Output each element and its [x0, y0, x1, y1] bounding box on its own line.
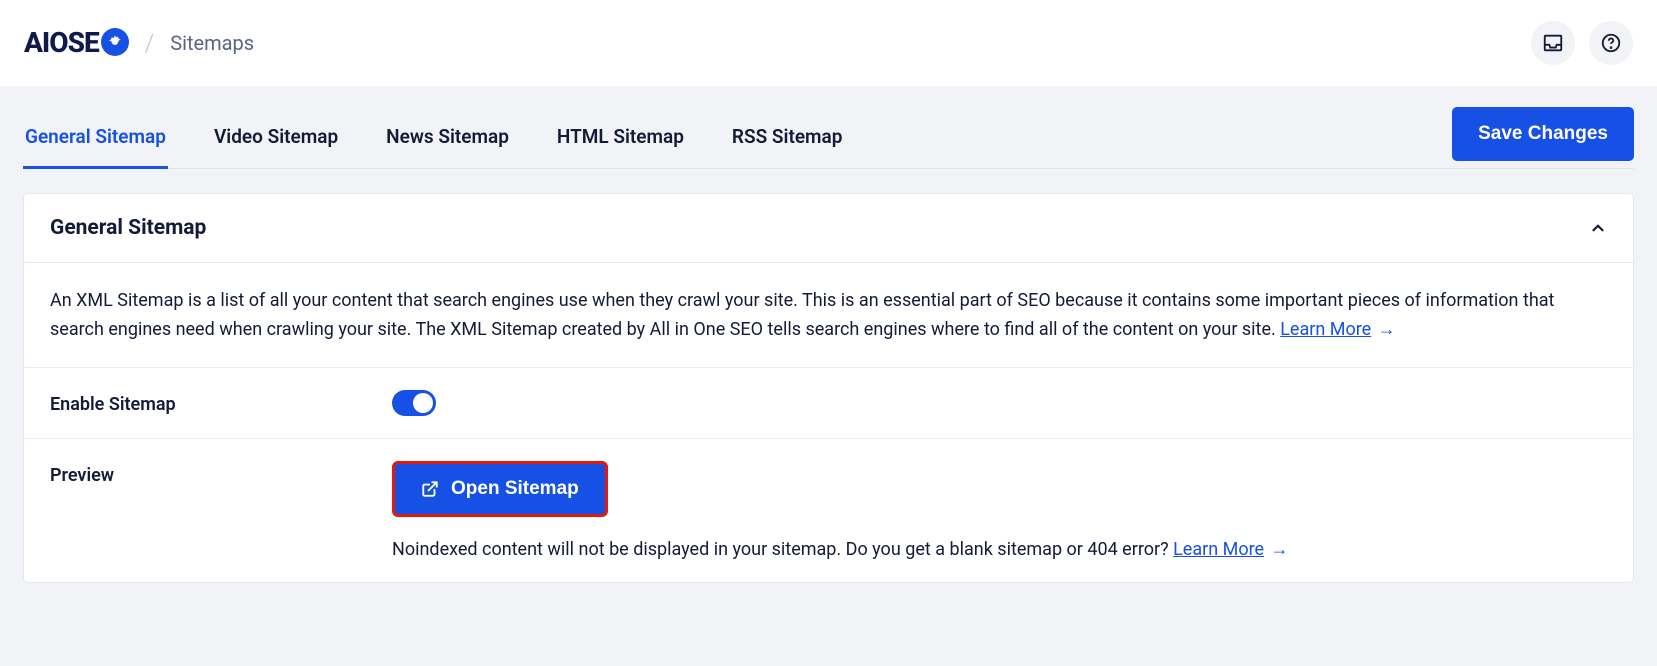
- general-sitemap-card: General Sitemap An XML Sitemap is a list…: [23, 193, 1634, 583]
- card-title: General Sitemap: [50, 216, 206, 240]
- enable-sitemap-toggle[interactable]: [392, 390, 436, 416]
- save-button[interactable]: Save Changes: [1452, 107, 1634, 161]
- arrow-icon: →: [1266, 539, 1288, 560]
- breadcrumb-page: Sitemaps: [170, 31, 254, 55]
- enable-sitemap-value: [392, 390, 1607, 416]
- card-header: General Sitemap: [24, 194, 1633, 263]
- preview-label: Preview: [50, 461, 392, 560]
- app-header: AIOSE / Sitemaps: [0, 0, 1657, 86]
- enable-sitemap-row: Enable Sitemap: [24, 368, 1633, 439]
- tab-general-sitemap[interactable]: General Sitemap: [23, 113, 168, 169]
- tab-rss-sitemap[interactable]: RSS Sitemap: [730, 113, 845, 169]
- learn-more-link[interactable]: Learn More: [1280, 319, 1371, 340]
- arrow-icon: →: [1373, 319, 1395, 340]
- preview-note: Noindexed content will not be displayed …: [392, 539, 1607, 560]
- tabs: General Sitemap Video Sitemap News Sitem…: [23, 112, 844, 168]
- preview-value: Open Sitemap Noindexed content will not …: [392, 461, 1607, 560]
- tabs-bar: General Sitemap Video Sitemap News Sitem…: [23, 86, 1634, 169]
- tab-html-sitemap[interactable]: HTML Sitemap: [555, 113, 686, 169]
- enable-sitemap-label: Enable Sitemap: [50, 390, 392, 416]
- external-link-icon: [421, 480, 439, 498]
- inbox-icon[interactable]: [1531, 21, 1575, 65]
- card-description: An XML Sitemap is a list of all your con…: [24, 263, 1633, 368]
- open-sitemap-label: Open Sitemap: [451, 478, 579, 500]
- preview-learn-more-link[interactable]: Learn More: [1173, 539, 1264, 560]
- logo: AIOSE: [24, 26, 129, 59]
- preview-note-text: Noindexed content will not be displayed …: [392, 539, 1173, 560]
- gear-icon: [101, 28, 129, 56]
- collapse-icon[interactable]: [1589, 219, 1607, 237]
- breadcrumb-separator: /: [145, 29, 155, 57]
- logo-text: AIOSE: [24, 26, 99, 59]
- help-icon[interactable]: [1589, 21, 1633, 65]
- preview-row: Preview Open Sitemap Noindexed content w…: [24, 439, 1633, 582]
- tab-news-sitemap[interactable]: News Sitemap: [384, 113, 511, 169]
- tab-video-sitemap[interactable]: Video Sitemap: [212, 113, 340, 169]
- open-sitemap-button[interactable]: Open Sitemap: [392, 461, 608, 517]
- header-actions: [1531, 21, 1633, 65]
